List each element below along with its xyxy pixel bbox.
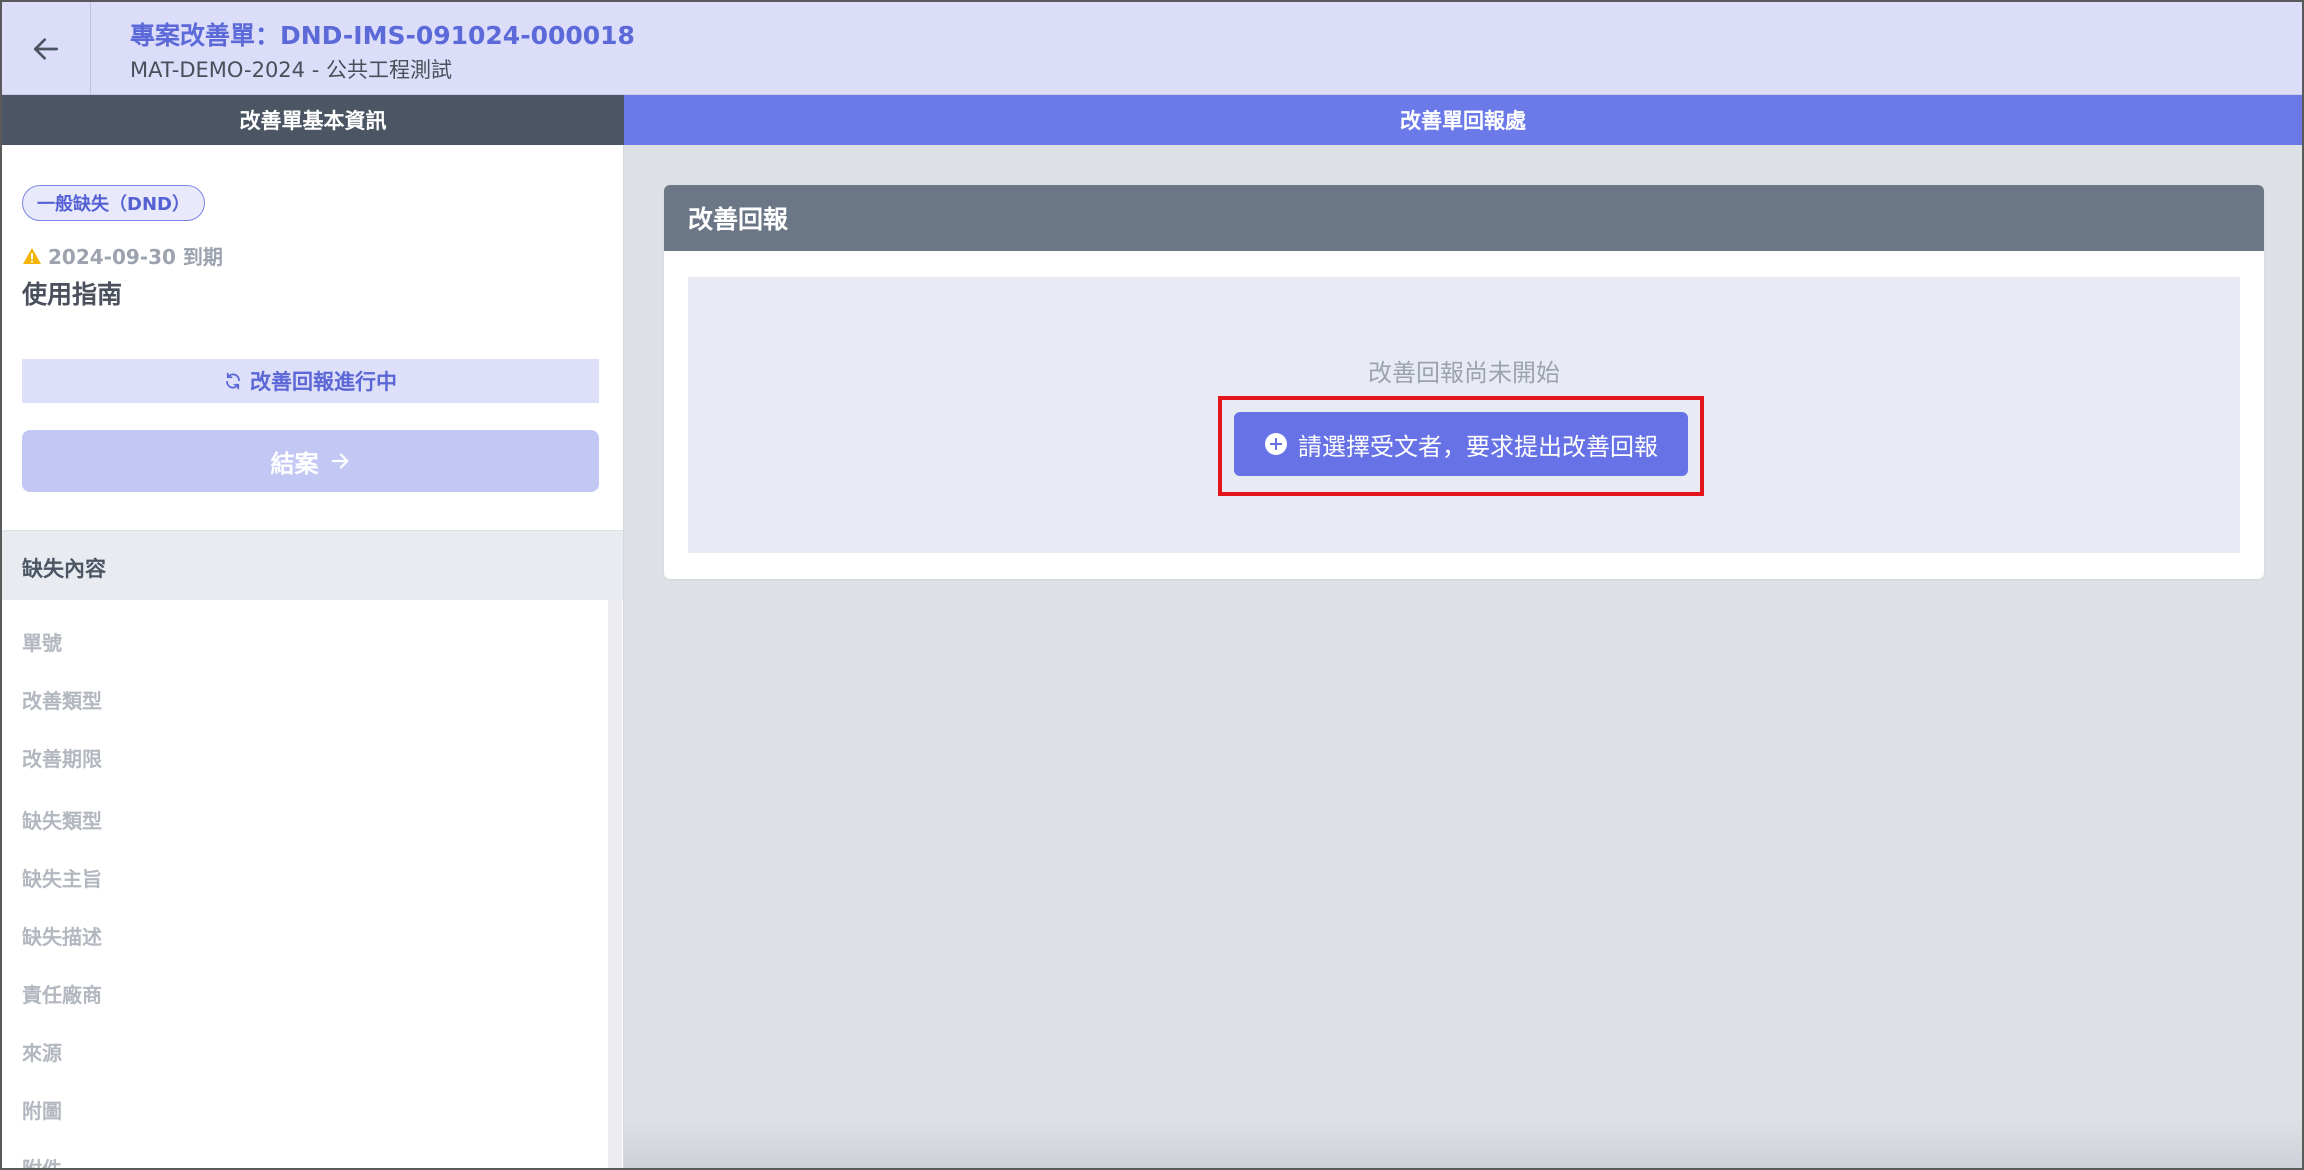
close-case-button[interactable]: 結案 [22, 430, 599, 492]
bottom-shadow [624, 1120, 2302, 1168]
plus-circle-icon [1265, 433, 1287, 455]
warning-icon [23, 247, 41, 264]
report-panel: 改善回報 改善回報尚未開始 請選擇受文者，要求提出改善回報 [624, 145, 2302, 1168]
page-title: 專案改善單：DND-IMS-091024-000018 [130, 21, 635, 50]
empty-state-text: 改善回報尚未開始 [1368, 359, 1560, 387]
request-report-label: 請選擇受文者，要求提出改善回報 [1298, 432, 1658, 461]
app-window: 專案改善單：DND-IMS-091024-000018 MAT-DEMO-202… [0, 0, 2304, 1170]
status-text: 改善回報進行中 [250, 370, 397, 394]
field-label: 改善類型 [22, 689, 102, 713]
card-title: 改善回報 [664, 185, 2264, 251]
category-badge: 一般缺失（DND） [22, 185, 205, 221]
request-report-button[interactable]: 請選擇受文者，要求提出改善回報 [1234, 412, 1688, 476]
empty-state: 改善回報尚未開始 請選擇受文者，要求提出改善回報 [688, 277, 2240, 553]
field-label: 缺失主旨 [22, 867, 102, 891]
due-date-text: 2024-09-30 到期 [48, 245, 223, 269]
field-label: 缺失描述 [22, 925, 102, 949]
field-label: 附圖 [22, 1099, 62, 1123]
scrollbar[interactable] [608, 600, 622, 1168]
field-label: 來源 [22, 1041, 62, 1065]
section-header: 缺失內容 [2, 530, 623, 600]
field-label: 改善期限 [22, 747, 102, 771]
arrow-left-icon [34, 37, 58, 60]
field-label: 單號 [22, 631, 62, 655]
section-title: 缺失內容 [22, 557, 106, 581]
tab-report[interactable]: 改善單回報處 [624, 95, 2302, 145]
close-case-label: 結案 [270, 449, 319, 478]
field-label: 責任廠商 [22, 983, 102, 1007]
page-header: 專案改善單：DND-IMS-091024-000018 MAT-DEMO-202… [2, 2, 2302, 95]
issue-title: 使用指南 [22, 280, 123, 309]
back-button[interactable] [2, 2, 91, 95]
project-subtitle: MAT-DEMO-2024 - 公共工程測試 [130, 58, 452, 82]
status-banner: 改善回報進行中 [22, 359, 599, 403]
report-card: 改善回報 改善回報尚未開始 請選擇受文者，要求提出改善回報 [664, 185, 2264, 579]
field-label: 缺失類型 [22, 809, 102, 833]
info-panel: 一般缺失（DND） 2024-09-30 到期 使用指南 改善回報進行中 結案 [2, 145, 624, 1170]
tab-basic-info[interactable]: 改善單基本資訊 [2, 95, 624, 145]
refresh-icon [226, 372, 240, 390]
field-label: 附件 [22, 1157, 62, 1170]
due-date: 2024-09-30 到期 [22, 241, 223, 270]
arrow-right-icon [331, 453, 348, 469]
